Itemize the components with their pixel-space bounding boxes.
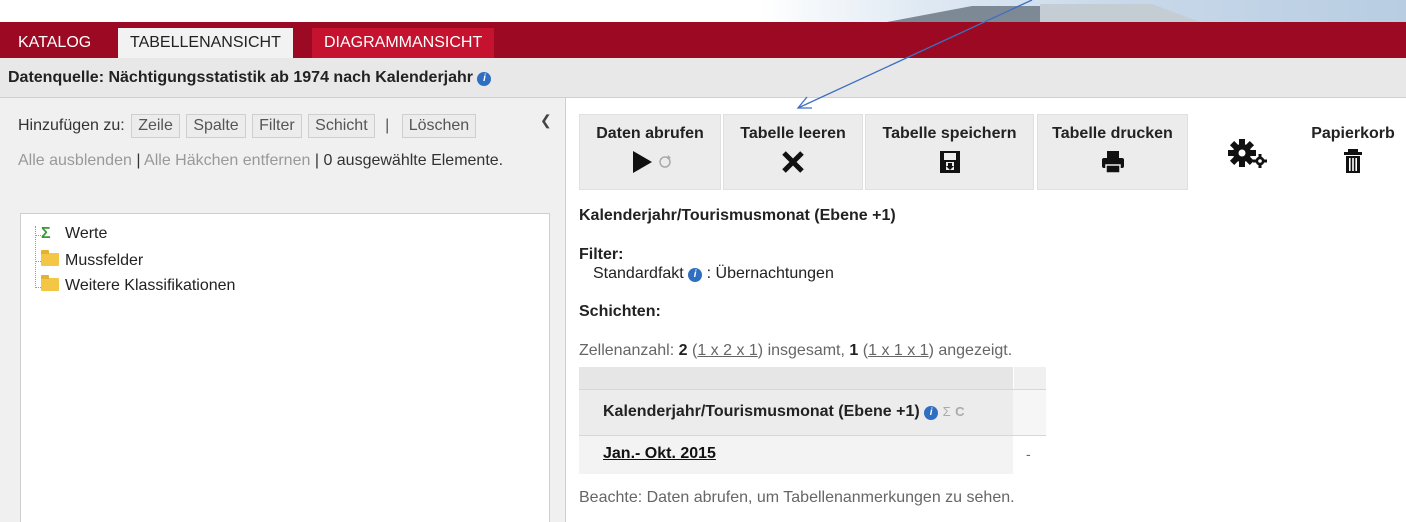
table-header: Kalenderjahr/Tourismusmonat (Ebene +1) i… (579, 389, 1013, 435)
tab-katalog[interactable]: KATALOG (6, 28, 103, 58)
table-note: Beachte: Daten abrufen, um Tabellenanmer… (579, 489, 1015, 506)
tree-item-mussfelder[interactable]: Mussfelder (41, 250, 144, 270)
sum-icon[interactable]: Σ (943, 404, 951, 419)
data-table: Kalenderjahr/Tourismusmonat (Ebene +1) i… (579, 367, 1046, 474)
save-table-button[interactable]: Tabelle speichern (865, 114, 1034, 190)
link-separator: | (136, 152, 141, 169)
datasource-title: Datenquelle: Nächtigungsstatistik ab 197… (8, 69, 474, 86)
add-column-button[interactable]: Spalte (186, 114, 246, 138)
cell-shown-dims-link[interactable]: 1 x 1 x 1 (868, 342, 928, 359)
play-icon (580, 147, 720, 177)
datasource-header: Datenquelle: Nächtigungsstatistik ab 197… (0, 58, 1406, 98)
catalog-tree: Σ Werte Mussfelder Weitere Klassifikation… (20, 213, 550, 522)
table-header-label[interactable]: Kalenderjahr/Tourismusmonat (Ebene +1) (603, 403, 920, 420)
print-table-label: Tabelle drucken (1052, 125, 1173, 142)
layers-label: Schichten: (579, 303, 661, 320)
folder-icon (41, 275, 59, 291)
separator: | (385, 117, 390, 134)
print-icon (1038, 147, 1187, 177)
tree-item-label: Weitere Klassifikationen (65, 277, 236, 294)
row-dimension-title: Kalenderjahr/Tourismusmonat (Ebene +1) (579, 207, 896, 224)
add-row-button[interactable]: Zeile (131, 114, 180, 138)
header-banner (0, 0, 1406, 22)
trash-icon (1300, 146, 1406, 181)
selected-count: 0 ausgewählte Elemente. (323, 152, 504, 169)
save-table-label: Tabelle speichern (882, 125, 1017, 142)
table-cell-value: - (1026, 446, 1031, 462)
cell-count: Zellenanzahl: 2 (1 x 2 x 1) insgesamt, 1… (579, 342, 1013, 359)
filter-value: : Übernachtungen (706, 265, 834, 282)
add-to-row: Hinzufügen zu: Zeile Spalte Filter Schic… (18, 114, 477, 138)
trash-button[interactable]: Papierkorb (1300, 125, 1406, 185)
tab-tabellenansicht[interactable]: TABELLENANSICHT (118, 28, 293, 58)
clear-table-label: Tabelle leeren (740, 125, 846, 142)
tree-item-weitere-klassifikationen[interactable]: Weitere Klassifikationen (41, 275, 236, 295)
tree-item-label: Mussfelder (65, 252, 144, 269)
cell-count-prefix: Zellenanzahl: (579, 342, 675, 359)
filter-entry: Standardfakt i : Übernachtungen (593, 265, 834, 283)
tab-diagrammansicht[interactable]: DIAGRAMMANSICHT (312, 28, 495, 58)
table-row-label-link[interactable]: Jan.- Okt. 2015 (603, 445, 716, 463)
add-filter-button[interactable]: Filter (252, 114, 302, 138)
close-icon (724, 147, 862, 177)
tree-item-label: Werte (65, 225, 108, 242)
folder-icon (41, 250, 59, 266)
delete-button[interactable]: Löschen (401, 114, 477, 138)
main-nav: KATALOG TABELLENANSICHT DIAGRAMMANSICHT (0, 22, 1406, 58)
filter-label: Filter: (579, 246, 624, 263)
cell-count-total: 2 (678, 342, 688, 359)
left-panel: Hinzufügen zu: Zeile Spalte Filter Schic… (0, 98, 566, 522)
add-layer-button[interactable]: Schicht (308, 114, 375, 138)
fetch-data-button[interactable]: Daten abrufen (579, 114, 721, 190)
cell-total-dims-link[interactable]: 1 x 2 x 1 (697, 342, 757, 359)
filter-name: Standardfakt (593, 265, 684, 282)
info-icon[interactable]: i (477, 72, 492, 86)
add-to-label: Hinzufügen zu: (18, 117, 125, 134)
trash-label: Papierkorb (1311, 125, 1395, 142)
info-icon[interactable]: i (924, 406, 939, 420)
fetch-data-label: Daten abrufen (596, 125, 704, 142)
cell-count-mid: insgesamt, (767, 342, 845, 359)
cell-count-suffix: angezeigt. (938, 342, 1013, 359)
selection-links: Alle ausblenden | Alle Häkchen entfernen… (18, 152, 503, 170)
copy-icon[interactable]: C (955, 404, 964, 419)
table-corner-cell (1013, 367, 1046, 389)
info-icon[interactable]: i (688, 268, 703, 282)
gears-icon[interactable] (1225, 135, 1275, 175)
chevron-left-icon[interactable]: ❮ (540, 112, 552, 129)
table-corner-row (579, 367, 1046, 389)
hide-all-link[interactable]: Alle ausblenden (18, 152, 132, 169)
print-table-button[interactable]: Tabelle drucken (1037, 114, 1188, 190)
table-cell: - (1013, 435, 1046, 474)
cell-count-shown: 1 (849, 342, 859, 359)
save-icon (866, 147, 1033, 177)
table-header-value-cell (1013, 389, 1046, 435)
clear-table-button[interactable]: Tabelle leeren (723, 114, 863, 190)
tree-item-werte[interactable]: Σ Werte (41, 225, 107, 243)
remove-checks-link[interactable]: Alle Häkchen entfernen (144, 152, 310, 169)
link-separator-2: | (314, 152, 319, 169)
sigma-icon: Σ (41, 225, 51, 242)
table-row: Jan.- Okt. 2015 (579, 435, 1013, 474)
